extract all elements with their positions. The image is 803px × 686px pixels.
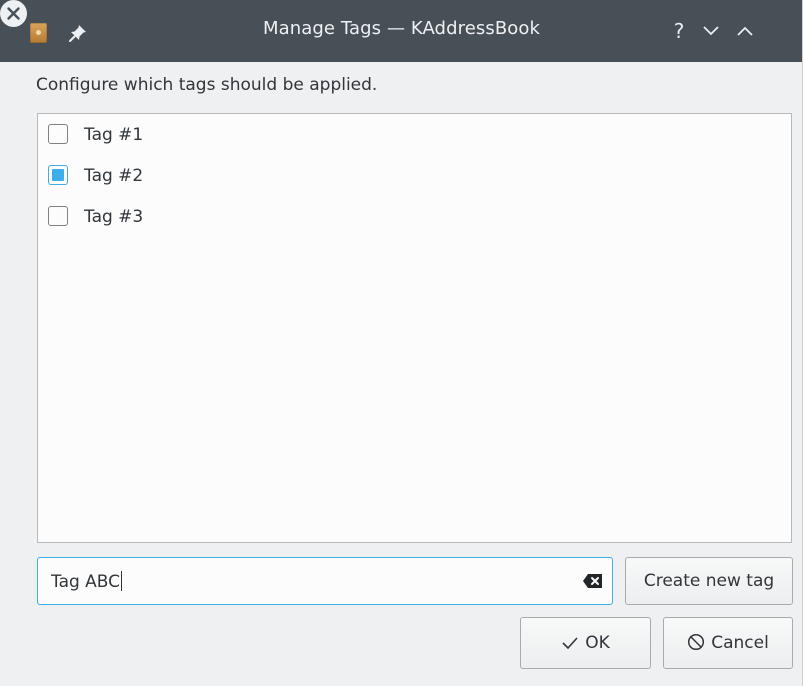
tag-list[interactable]: Tag #1 Tag #2 Tag #3 xyxy=(37,113,792,543)
tag-item-3[interactable]: Tag #3 xyxy=(48,202,748,230)
help-icon: ? xyxy=(673,19,685,43)
cancel-label: Cancel xyxy=(711,633,769,653)
cancel-icon xyxy=(688,633,705,651)
create-new-tag-button[interactable]: Create new tag xyxy=(625,557,793,605)
manage-tags-dialog: Manage Tags — KAddressBook ? Configure w… xyxy=(0,0,803,686)
tag-checkbox[interactable] xyxy=(48,124,68,144)
new-tag-input[interactable]: Tag ABC xyxy=(37,557,613,605)
tag-label: Tag #3 xyxy=(84,207,144,227)
minimize-button[interactable] xyxy=(697,17,725,45)
help-button[interactable]: ? xyxy=(665,17,693,45)
title-bar[interactable]: Manage Tags — KAddressBook ? xyxy=(0,0,802,62)
chevron-down-icon xyxy=(703,26,719,36)
chevron-up-icon xyxy=(737,26,753,36)
tag-label: Tag #1 xyxy=(84,125,144,145)
tag-checkbox[interactable] xyxy=(48,206,68,226)
ok-button[interactable]: OK xyxy=(520,617,651,669)
text-caret xyxy=(121,571,123,591)
cancel-button[interactable]: Cancel xyxy=(663,617,793,669)
new-tag-value[interactable]: Tag ABC xyxy=(51,571,123,592)
ok-label: OK xyxy=(585,633,610,653)
checkmark-icon xyxy=(562,637,578,650)
maximize-button[interactable] xyxy=(731,17,759,45)
create-new-tag-label: Create new tag xyxy=(643,571,775,591)
tag-item-1[interactable]: Tag #1 xyxy=(48,120,748,148)
dialog-description: Configure which tags should be applied. xyxy=(36,75,378,95)
tag-item-2[interactable]: Tag #2 xyxy=(48,161,748,189)
tag-checkbox[interactable] xyxy=(48,165,68,185)
clear-text-icon[interactable] xyxy=(582,572,604,590)
tag-label: Tag #2 xyxy=(84,166,144,186)
